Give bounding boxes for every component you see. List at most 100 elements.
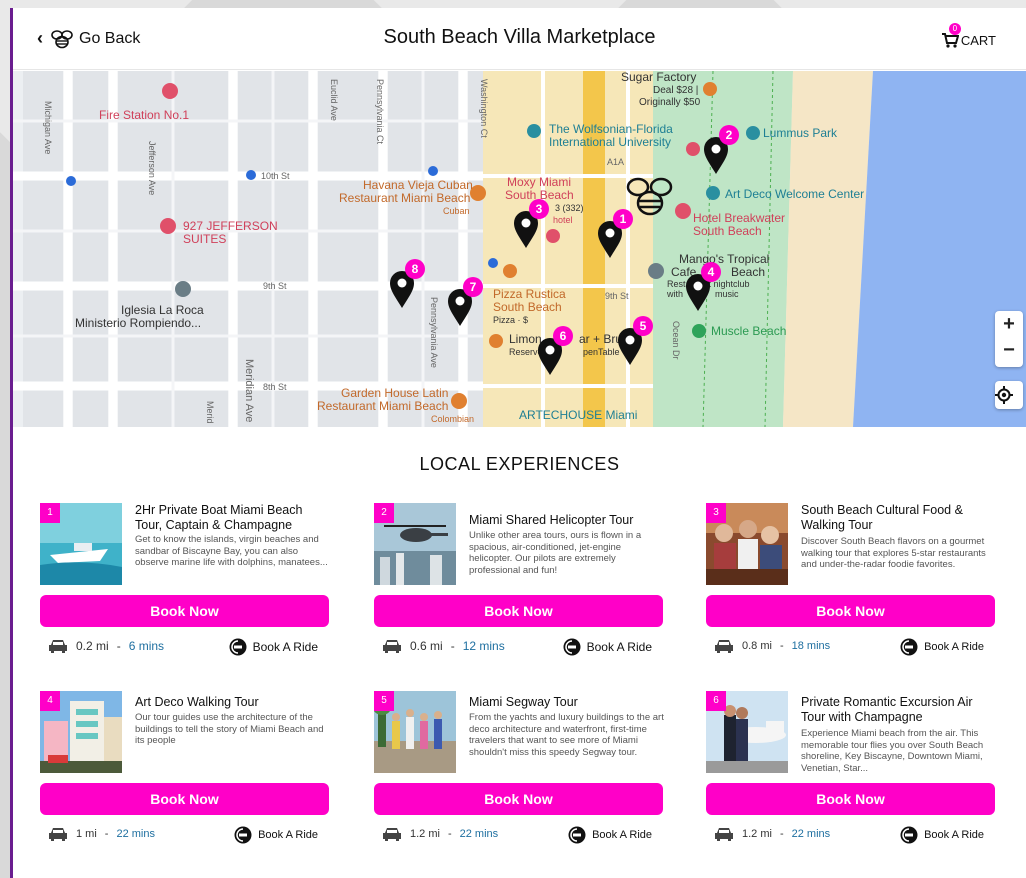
- experience-number: 4: [40, 691, 60, 711]
- street-euclid: Euclid Ave: [329, 79, 339, 121]
- map-pin-1[interactable]: 1: [597, 209, 633, 259]
- my-location-button[interactable]: [995, 381, 1023, 409]
- street-pennsylvania-ave: Pennsylvania Ave: [429, 297, 439, 368]
- experience-title[interactable]: Miami Segway Tour: [469, 695, 664, 710]
- distance-info: 0.8 mi -18 mins: [714, 638, 830, 654]
- experience-image-romantic[interactable]: 6: [706, 691, 788, 773]
- distance-info: 1.2 mi -22 mins: [382, 826, 498, 842]
- book-a-ride-button[interactable]: Book A Ride: [234, 826, 318, 844]
- ride-logo-icon: [568, 826, 586, 844]
- street-a1a: A1A: [607, 157, 625, 167]
- street-washington-ct: Washington Ct: [479, 79, 489, 138]
- book-a-ride-button[interactable]: Book A Ride: [568, 826, 652, 844]
- map-pin-7[interactable]: 7: [447, 277, 483, 327]
- book-now-button[interactable]: Book Now: [374, 783, 663, 815]
- map-pin-3[interactable]: 3: [513, 199, 549, 249]
- map-pin-number: 2: [719, 125, 739, 145]
- map-view[interactable]: Fire Station No.1 Sugar Factory Deal $28…: [13, 71, 1026, 427]
- book-a-ride-button[interactable]: Book A Ride: [563, 638, 652, 656]
- street-jefferson: Jefferson Ave: [147, 141, 157, 196]
- book-a-ride-label: Book A Ride: [924, 641, 984, 653]
- map-canvas: [13, 71, 1026, 427]
- book-a-ride-label: Book A Ride: [924, 829, 984, 841]
- travel-time: 12 mins: [462, 639, 505, 653]
- distance-value: 1.2 mi: [410, 828, 440, 840]
- book-a-ride-button[interactable]: Book A Ride: [900, 638, 984, 656]
- book-a-ride-label: Book A Ride: [592, 829, 652, 841]
- map-pin-6[interactable]: 6: [537, 326, 573, 376]
- map-label-fire-station: Fire Station No.1: [99, 108, 190, 122]
- experience-card: 4 Art Deco Walking Tour Our tour guides …: [40, 691, 330, 861]
- street-9th-east: 9th St: [605, 291, 629, 301]
- experience-image-boat[interactable]: 1: [40, 503, 122, 585]
- map-pin-number: 7: [463, 277, 483, 297]
- experience-title[interactable]: Miami Shared Helicopter Tour: [469, 513, 664, 528]
- cart-icon: 0: [941, 23, 961, 48]
- travel-time: 6 mins: [128, 639, 165, 653]
- cart-button[interactable]: 0 CART: [941, 23, 996, 48]
- experience-image-segway[interactable]: 5: [374, 691, 456, 773]
- map-pin-8[interactable]: 8: [389, 259, 425, 309]
- experience-description: From the yachts and luxury buildings to …: [469, 712, 664, 758]
- zoom-out-button[interactable]: −: [995, 337, 1023, 363]
- map-label-garden-3: Colombian: [431, 414, 475, 424]
- map-label-art-deco-center: Art Deco Welcome Center: [725, 187, 865, 201]
- travel-time: 22 mins: [791, 828, 831, 840]
- map-label-sugar-factory: Sugar Factory: [621, 71, 697, 84]
- experience-number: 3: [706, 503, 726, 523]
- page-title: South Beach Villa Marketplace: [383, 26, 656, 48]
- book-now-button[interactable]: Book Now: [40, 595, 329, 627]
- experience-number: 6: [706, 691, 726, 711]
- ride-logo-icon: [900, 826, 918, 844]
- experience-title[interactable]: South Beach Cultural Food & Walking Tour: [801, 503, 996, 533]
- ride-logo-icon: [234, 826, 252, 844]
- experience-description: Get to know the islands, virgin beaches …: [135, 534, 328, 569]
- experience-title[interactable]: Private Romantic Excursion Air Tour with…: [801, 695, 996, 725]
- zoom-in-button[interactable]: +: [995, 311, 1023, 337]
- street-8th: 8th St: [263, 382, 287, 392]
- book-now-button[interactable]: Book Now: [706, 783, 995, 815]
- map-pin-5[interactable]: 5: [617, 316, 653, 366]
- street-pennsylvania-ct: Pennsylvania Ct: [375, 79, 385, 145]
- map-label-mangos-5: with: [667, 289, 684, 299]
- experience-description: Experience Miami beach from the air. Thi…: [801, 728, 984, 774]
- experience-card: 3 South Beach Cultural Food & Walking To…: [706, 503, 996, 673]
- book-a-ride-button[interactable]: Book A Ride: [900, 826, 984, 844]
- book-a-ride-button[interactable]: Book A Ride: [229, 638, 318, 656]
- book-now-button[interactable]: Book Now: [40, 783, 329, 815]
- distance-value: 0.8 mi: [742, 640, 772, 652]
- experience-card: 2 Miami Shared Helicopter Tour Unlike ot…: [374, 503, 664, 673]
- experience-title[interactable]: Art Deco Walking Tour: [135, 695, 330, 710]
- experience-card: 5 Miami Segway Tour From the yachts and …: [374, 691, 664, 861]
- experience-number: 1: [40, 503, 60, 523]
- map-pin-4[interactable]: 4: [685, 262, 721, 312]
- header: ‹ Go Back South Beach Villa Marketplace …: [13, 8, 1026, 70]
- map-pin-number: 8: [405, 259, 425, 279]
- crosshair-icon: [995, 386, 1013, 404]
- map-label-moxy-4: hotel: [553, 215, 573, 225]
- experience-number: 2: [374, 503, 394, 523]
- ride-logo-icon: [900, 638, 918, 656]
- experience-image-helicopter[interactable]: 2: [374, 503, 456, 585]
- car-icon: [383, 640, 401, 653]
- distance-value: 0.6 mi: [410, 639, 443, 653]
- map-label-artechouse: ARTECHOUSE Miami: [519, 408, 638, 422]
- map-pin-number: 1: [613, 209, 633, 229]
- distance-value: 0.2 mi: [76, 639, 109, 653]
- book-now-button[interactable]: Book Now: [706, 595, 995, 627]
- experience-description: Discover South Beach flavors on a gourme…: [801, 536, 986, 571]
- map-pin-number: 5: [633, 316, 653, 336]
- experience-image-food[interactable]: 3: [706, 503, 788, 585]
- experience-description: Unlike other area tours, ours is flown i…: [469, 530, 642, 576]
- ride-logo-icon: [229, 638, 247, 656]
- map-pin-number: 3: [529, 199, 549, 219]
- map-pin-2[interactable]: 2: [703, 125, 739, 175]
- car-icon: [49, 828, 67, 841]
- ride-logo-icon: [563, 638, 581, 656]
- travel-time: 18 mins: [791, 640, 831, 652]
- distance-info: 1 mi -22 mins: [48, 826, 155, 842]
- experience-title[interactable]: 2Hr Private Boat Miami Beach Tour, Capta…: [135, 503, 330, 533]
- book-a-ride-label: Book A Ride: [252, 640, 318, 654]
- book-now-button[interactable]: Book Now: [374, 595, 663, 627]
- experience-image-art-deco[interactable]: 4: [40, 691, 122, 773]
